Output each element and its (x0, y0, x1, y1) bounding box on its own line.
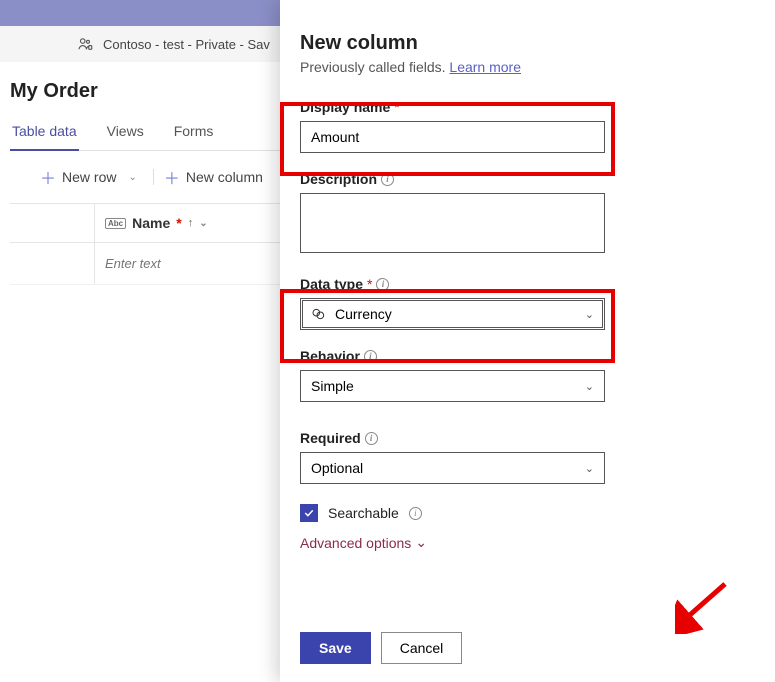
chevron-down-icon: ⌄ (415, 534, 427, 551)
new-column-panel: New column Previously called fields. Lea… (280, 0, 775, 682)
searchable-checkbox[interactable] (300, 504, 318, 522)
required-select[interactable]: Optional ⌄ (300, 452, 605, 484)
save-button[interactable]: Save (300, 632, 371, 664)
display-name-field: Display name * (300, 99, 675, 153)
new-row-dropdown[interactable]: ⌄ (122, 172, 142, 183)
learn-more-link[interactable]: Learn more (449, 59, 521, 75)
display-name-label: Display name * (300, 99, 675, 115)
searchable-field: Searchable i (300, 504, 675, 522)
required-indicator: * (394, 99, 399, 115)
text-type-icon: Abc (105, 218, 126, 229)
required-indicator: * (367, 276, 372, 292)
cancel-button[interactable]: Cancel (381, 632, 463, 664)
behavior-field: Behavior i Simple ⌄ (300, 348, 675, 402)
info-icon[interactable]: i (409, 507, 422, 520)
info-icon[interactable]: i (365, 432, 378, 445)
chevron-down-icon: ⌄ (585, 462, 594, 475)
new-row-button[interactable]: ＋ New row (40, 165, 116, 189)
required-field: Required i Optional ⌄ (300, 430, 675, 484)
advanced-options-label: Advanced options (300, 535, 411, 551)
required-indicator: * (176, 215, 181, 231)
data-type-label: Data type * i (300, 276, 675, 292)
data-type-field: Data type * i Currency ⌄ (300, 276, 675, 330)
arrow-annotation (675, 579, 735, 634)
chevron-down-icon: ⌄ (585, 380, 594, 393)
tab-views[interactable]: Views (105, 117, 146, 150)
grid-row-checkbox[interactable] (10, 243, 95, 284)
info-icon[interactable]: i (364, 350, 377, 363)
breadcrumb-text: Contoso - test - Private - Sav (103, 37, 270, 52)
plus-icon: ＋ (40, 165, 56, 189)
tab-forms[interactable]: Forms (172, 117, 216, 150)
data-type-select[interactable]: Currency ⌄ (300, 298, 605, 330)
team-icon (75, 34, 95, 54)
data-type-value: Currency (335, 306, 392, 322)
behavior-label-text: Behavior (300, 348, 360, 364)
chevron-down-icon: ⌄ (585, 308, 594, 321)
behavior-value: Simple (311, 378, 354, 394)
description-input[interactable] (300, 193, 605, 253)
behavior-label: Behavior i (300, 348, 675, 364)
new-column-button[interactable]: ＋ New column (164, 165, 263, 189)
grid-select-column[interactable] (10, 204, 95, 242)
currency-icon (311, 306, 327, 322)
info-icon[interactable]: i (381, 173, 394, 186)
info-icon[interactable]: i (376, 278, 389, 291)
panel-subtitle: Previously called fields. Learn more (300, 59, 675, 75)
description-label-text: Description (300, 171, 377, 187)
description-label: Description i (300, 171, 675, 187)
panel-title: New column (300, 32, 675, 55)
chevron-down-icon: ⌄ (199, 218, 207, 229)
required-label-text: Required (300, 430, 361, 446)
data-type-label-text: Data type (300, 276, 363, 292)
sort-asc-icon: ↑ (188, 217, 194, 229)
tab-table-data[interactable]: Table data (10, 117, 79, 151)
required-label: Required i (300, 430, 675, 446)
behavior-select[interactable]: Simple ⌄ (300, 370, 605, 402)
searchable-label: Searchable (328, 505, 399, 521)
display-name-label-text: Display name (300, 99, 390, 115)
name-header-label: Name (132, 215, 170, 231)
separator (153, 169, 154, 185)
advanced-options-toggle[interactable]: Advanced options ⌄ (300, 534, 675, 551)
plus-icon: ＋ (164, 165, 180, 189)
description-field: Description i (300, 171, 675, 258)
new-column-label: New column (186, 169, 263, 185)
display-name-input[interactable] (300, 121, 605, 153)
new-row-label: New row (62, 169, 116, 185)
panel-buttons: Save Cancel (300, 632, 462, 664)
required-value: Optional (311, 460, 363, 476)
subtitle-text: Previously called fields. (300, 59, 449, 75)
